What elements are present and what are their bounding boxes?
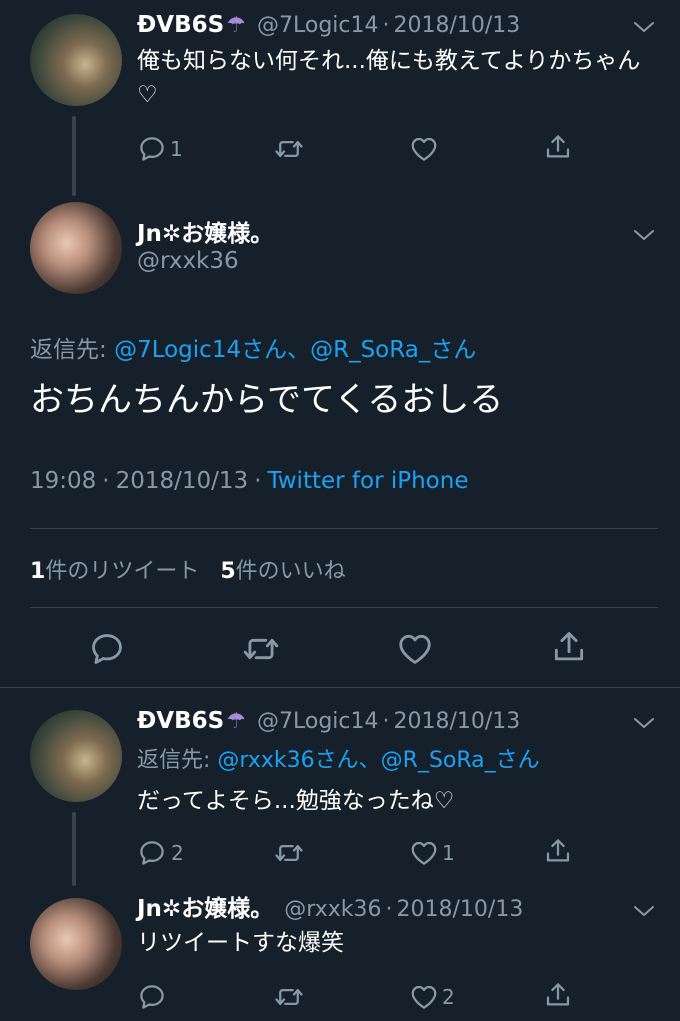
dot-separator: · (385, 897, 393, 922)
tweet-date[interactable]: 2018/10/13 (397, 897, 524, 922)
dot-separator: · (382, 13, 390, 38)
mention-separator: 、 (287, 337, 311, 363)
display-name[interactable]: ĐVB6S (137, 708, 224, 734)
display-name[interactable]: ĐVB6S (137, 12, 224, 38)
retweet-icon[interactable] (273, 838, 305, 868)
handle[interactable]: @rxxk36 (137, 248, 239, 274)
tweet-date: 2018/10/13 (115, 468, 249, 494)
handle[interactable]: @7Logic14 (257, 13, 379, 38)
mention-link[interactable]: @R_SoRa_さん (381, 748, 540, 773)
tweet-text: リツイートすな爆笑 (137, 930, 344, 956)
mention-link[interactable]: @rxxk36さん (217, 748, 358, 773)
likes-label: 件のいいね (235, 559, 346, 584)
reply-icon[interactable] (88, 630, 126, 668)
retweet-icon[interactable] (273, 982, 305, 1012)
tweet-date[interactable]: 2018/10/13 (394, 709, 521, 734)
like-icon[interactable] (409, 838, 439, 868)
divider (0, 687, 680, 688)
share-icon[interactable] (550, 628, 588, 666)
share-icon[interactable] (543, 132, 573, 162)
reply-icon[interactable] (137, 838, 167, 868)
retweet-icon[interactable] (273, 134, 305, 164)
retweets-label: 件のリツイート (45, 559, 200, 584)
reply-count: 2 (171, 841, 184, 865)
like-icon[interactable] (396, 630, 434, 668)
avatar[interactable] (30, 202, 122, 294)
retweets-stat[interactable]: 1件のリツイート (30, 559, 206, 584)
tweet-text: だってよそら...勉強なったね♡ (137, 788, 455, 814)
chevron-down-icon[interactable] (633, 20, 655, 34)
display-name[interactable]: Jn✲お嬢様。 (137, 896, 273, 922)
reply-count: 1 (170, 137, 183, 161)
share-icon[interactable] (543, 836, 573, 866)
likes-number: 5 (220, 559, 236, 584)
like-count: 1 (442, 841, 455, 865)
like-count: 2 (442, 985, 455, 1009)
thread-line (72, 116, 76, 196)
divider (30, 528, 658, 529)
chevron-down-icon[interactable] (633, 716, 655, 730)
dot-separator: · (254, 468, 262, 494)
tweet-date[interactable]: 2018/10/13 (394, 13, 521, 38)
thread-line (72, 812, 76, 886)
like-icon[interactable] (409, 134, 439, 164)
handle[interactable]: @rxxk36 (284, 897, 381, 922)
mention-separator: 、 (358, 748, 381, 773)
share-icon[interactable] (543, 980, 573, 1010)
tweet-meta: 19:08 · 2018/10/13 · Twitter for iPhone (30, 468, 468, 494)
divider (30, 607, 658, 608)
tweet-text: おちんちんからでてくるおしる (30, 380, 504, 420)
likes-stat[interactable]: 5件のいいね (220, 559, 345, 584)
reply-to-label: 返信先: (30, 337, 107, 363)
umbrella-icon: ☂ (226, 709, 246, 734)
avatar[interactable] (30, 710, 122, 802)
reply-to: 返信先: @rxxk36さん、@R_SoRa_さん (137, 742, 540, 774)
avatar[interactable] (30, 14, 122, 106)
source-link[interactable]: Twitter for iPhone (268, 468, 469, 494)
tweet-time: 19:08 (30, 468, 97, 494)
mention-link[interactable]: @7Logic14さん (114, 337, 287, 363)
dot-separator: · (102, 468, 110, 494)
reply-icon[interactable] (137, 982, 167, 1012)
dot-separator: · (382, 709, 390, 734)
chevron-down-icon[interactable] (633, 904, 655, 918)
handle[interactable]: @7Logic14 (257, 709, 379, 734)
avatar[interactable] (30, 898, 122, 990)
engagement-stats: 1件のリツイート 5件のいいね (30, 553, 346, 585)
retweet-icon[interactable] (240, 630, 282, 668)
mention-link[interactable]: @R_SoRa_さん (310, 337, 476, 363)
chevron-down-icon[interactable] (633, 228, 655, 242)
like-icon[interactable] (409, 982, 439, 1012)
retweets-number: 1 (30, 559, 46, 584)
tweet-text: 俺も知らない何それ...俺にも教えてよりかちゃん♡ (137, 48, 641, 108)
reply-icon[interactable] (137, 134, 167, 164)
display-name[interactable]: Jn✲お嬢様。 (137, 214, 273, 248)
umbrella-icon: ☂ (226, 13, 246, 38)
reply-to-label: 返信先: (137, 748, 211, 773)
reply-to: 返信先: @7Logic14さん、@R_SoRa_さん (30, 330, 476, 364)
